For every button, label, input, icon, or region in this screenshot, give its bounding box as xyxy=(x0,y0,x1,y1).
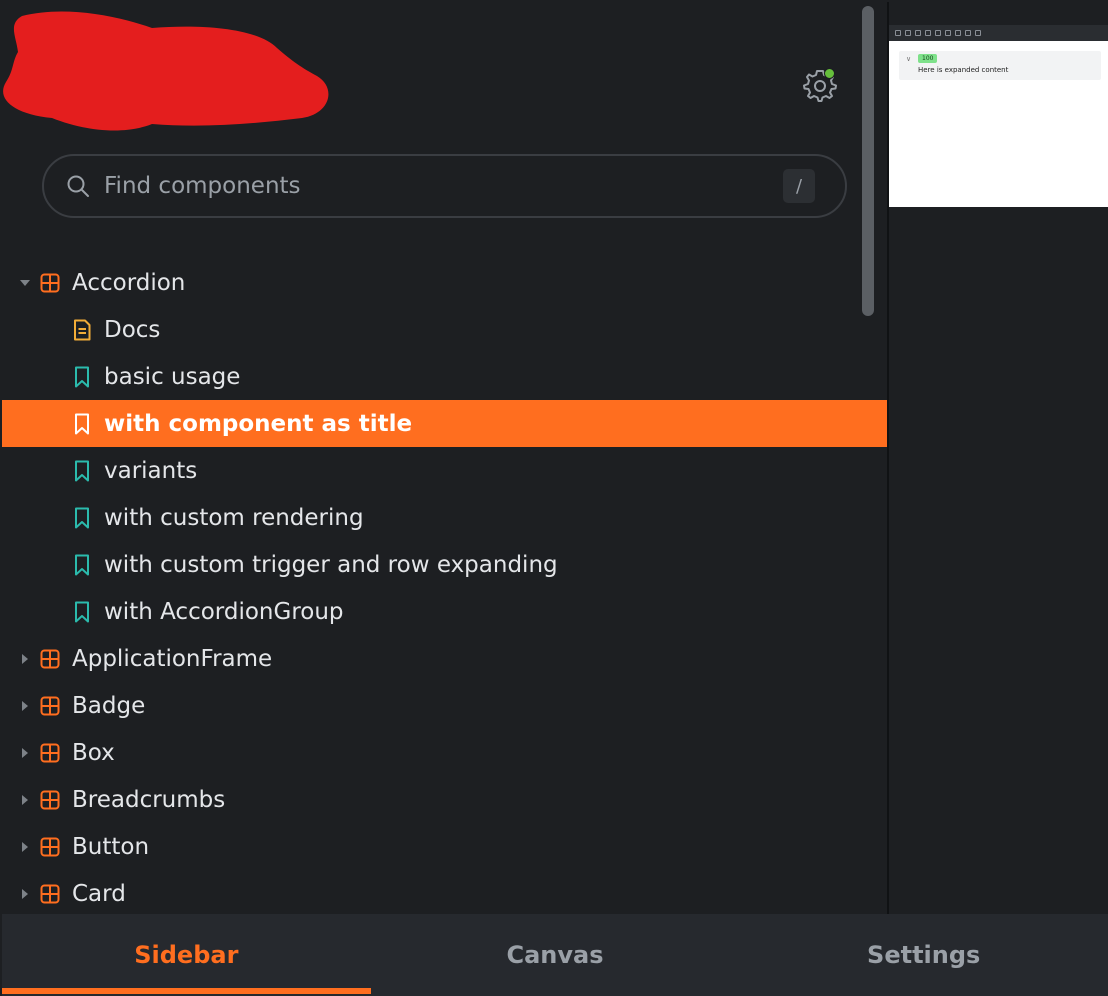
tree-leaf-with-component-as-title[interactable]: with component as title xyxy=(2,400,887,447)
tree-item-badge[interactable]: Badge xyxy=(2,682,887,729)
preview-toolbar xyxy=(889,25,1108,41)
preview-canvas: ∨ 100 Here is expanded content xyxy=(889,41,1108,207)
caret-right-icon xyxy=(22,747,28,758)
tree-item-label: Box xyxy=(72,739,115,766)
component-grid-icon xyxy=(40,743,60,762)
tree-item-label: Accordion xyxy=(72,269,186,296)
toolbar-tool-icon[interactable] xyxy=(915,30,921,36)
component-grid-icon xyxy=(40,790,60,809)
toolbar-tool-icon[interactable] xyxy=(975,30,981,36)
tree-item-label: Badge xyxy=(72,692,146,719)
component-grid-icon xyxy=(40,884,60,903)
tree-leaf-with-custom-rendering[interactable]: with custom rendering xyxy=(2,494,887,541)
component-grid-icon xyxy=(40,273,60,292)
tree-leaf-basic-usage[interactable]: basic usage xyxy=(2,353,887,400)
tree-leaf-label: Docs xyxy=(104,316,161,343)
caret-right-icon xyxy=(22,653,28,664)
tab-canvas[interactable]: Canvas xyxy=(371,914,740,996)
tree-item-accordion[interactable]: Accordion xyxy=(2,259,887,306)
bookmark-icon xyxy=(75,554,89,575)
tree-item-button[interactable]: Button xyxy=(2,823,887,870)
search-shortcut-key: / xyxy=(783,169,815,203)
tree-leaf-label: with AccordionGroup xyxy=(104,598,344,625)
search-box[interactable]: / xyxy=(42,154,847,218)
toolbar-tool-icon[interactable] xyxy=(935,30,941,36)
tree-item-breadcrumbs[interactable]: Breadcrumbs xyxy=(2,776,887,823)
preview-accordion[interactable]: ∨ 100 Here is expanded content xyxy=(899,51,1101,80)
sidebar-panel: / Accordion Docs basic usage xyxy=(2,2,887,914)
search-icon xyxy=(67,175,89,197)
tree-item-box[interactable]: Box xyxy=(2,729,887,776)
tree-item-applicationframe[interactable]: ApplicationFrame xyxy=(2,635,887,682)
caret-right-icon xyxy=(22,841,28,852)
component-grid-icon xyxy=(40,696,60,715)
component-tree: Accordion Docs basic usage with componen… xyxy=(2,259,887,914)
chevron-down-icon: ∨ xyxy=(906,55,912,63)
tree-item-label: ApplicationFrame xyxy=(72,645,273,672)
bookmark-icon xyxy=(75,460,89,481)
component-grid-icon xyxy=(40,837,60,856)
tree-item-label: Breadcrumbs xyxy=(72,786,226,813)
tree-item-label: Button xyxy=(72,833,150,860)
tree-leaf-label: with component as title xyxy=(104,410,413,437)
bottom-tab-bar: Sidebar Canvas Settings xyxy=(2,914,1108,996)
toolbar-tool-icon[interactable] xyxy=(905,30,911,36)
component-grid-icon xyxy=(40,649,60,668)
tree-leaf-label: with custom rendering xyxy=(104,504,364,531)
caret-down-icon xyxy=(20,279,30,286)
toolbar-tool-icon[interactable] xyxy=(895,30,901,36)
settings-gear-icon[interactable] xyxy=(802,66,838,102)
sidebar-scrollbar[interactable] xyxy=(862,6,874,316)
tab-sidebar[interactable]: Sidebar xyxy=(2,914,371,996)
status-dot xyxy=(824,68,835,79)
tree-leaf-label: with custom trigger and row expanding xyxy=(104,551,558,578)
caret-right-icon xyxy=(22,794,28,805)
search-input[interactable] xyxy=(104,166,774,206)
redacted-logo xyxy=(3,11,329,131)
tab-settings[interactable]: Settings xyxy=(739,914,1108,996)
caret-right-icon xyxy=(22,888,28,899)
bookmark-icon xyxy=(75,507,89,528)
document-icon xyxy=(74,319,91,340)
toolbar-tool-icon[interactable] xyxy=(955,30,961,36)
tree-leaf-label: variants xyxy=(104,457,198,484)
tree-leaf-label: basic usage xyxy=(104,363,241,390)
tree-leaf-with-accordiongroup[interactable]: with AccordionGroup xyxy=(2,588,887,635)
caret-right-icon xyxy=(22,700,28,711)
preview-badge: 100 xyxy=(918,54,938,63)
tree-item-card[interactable]: Card xyxy=(2,870,887,914)
bookmark-icon xyxy=(75,366,89,387)
preview-pane: ∨ 100 Here is expanded content xyxy=(889,2,1108,914)
tree-leaf-variants[interactable]: variants xyxy=(2,447,887,494)
toolbar-tool-icon[interactable] xyxy=(945,30,951,36)
toolbar-tool-icon[interactable] xyxy=(925,30,931,36)
tree-leaf-with-custom-trigger[interactable]: with custom trigger and row expanding xyxy=(2,541,887,588)
tree-leaf-docs[interactable]: Docs xyxy=(2,306,887,353)
preview-content: Here is expanded content xyxy=(918,66,1009,74)
bookmark-icon xyxy=(75,413,89,434)
tree-item-label: Card xyxy=(72,880,126,907)
toolbar-tool-icon[interactable] xyxy=(965,30,971,36)
bookmark-icon xyxy=(75,601,89,622)
